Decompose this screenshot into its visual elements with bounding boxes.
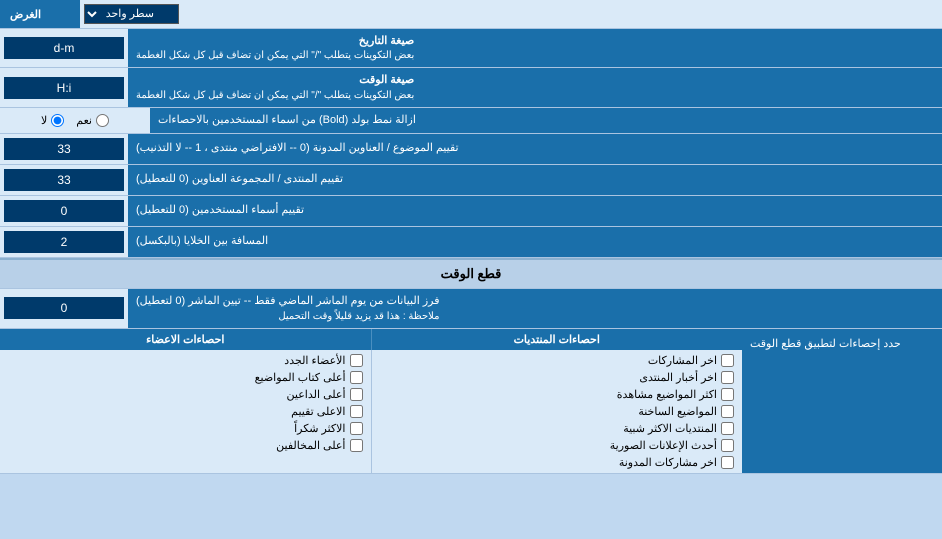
users-label: تقييم أسماء المستخدمين (0 للتعطيل) xyxy=(136,203,304,218)
forum-input-cell[interactable] xyxy=(0,165,128,195)
distance-input[interactable] xyxy=(4,231,124,253)
checkbox-headers: احصاءات المنتديات احصاءات الاعضاء xyxy=(0,329,742,350)
list-item[interactable]: أحدث الإعلانات الصورية xyxy=(380,437,735,454)
forum-label: تقييم المنتدى / المجموعة العناوين (0 للت… xyxy=(136,172,343,187)
purpose-select-cell[interactable]: سطر واحد xyxy=(80,0,183,28)
checkbox-item-8[interactable] xyxy=(350,354,363,367)
topics-row: تقييم الموضوع / العناوين المدونة (0 -- ا… xyxy=(0,134,942,165)
list-item[interactable]: اكثر المواضيع مشاهدة xyxy=(380,386,735,403)
checkbox-item-11[interactable] xyxy=(350,405,363,418)
filter-input[interactable] xyxy=(4,297,124,319)
topics-input[interactable] xyxy=(4,138,124,160)
checkbox-item-12[interactable] xyxy=(350,422,363,435)
checkbox-col1: اخر المشاركات اخر أخبار المنتدى اكثر الم… xyxy=(371,350,743,473)
list-item[interactable]: الاكثر شكراً xyxy=(8,420,363,437)
time-format-row: صيغة الوقت بعض التكوينات يتطلب "/" التي … xyxy=(0,68,942,107)
bold-yes-label: نعم xyxy=(76,114,92,127)
stats-row: حدد إحصاءات لتطبيق قطع الوقت احصاءات الم… xyxy=(0,329,942,474)
checkbox-rows: اخر المشاركات اخر أخبار المنتدى اكثر الم… xyxy=(0,350,742,473)
topics-label-cell: تقييم الموضوع / العناوين المدونة (0 -- ا… xyxy=(128,134,942,164)
date-format-title: صيغة التاريخ xyxy=(136,34,414,49)
date-format-input[interactable] xyxy=(4,37,124,59)
date-format-note: بعض التكوينات يتطلب "/" التي يمكن ان تضا… xyxy=(136,49,414,62)
bold-radio-cell[interactable]: لا نعم xyxy=(0,108,150,133)
date-format-label-cell: صيغة التاريخ بعض التكوينات يتطلب "/" الت… xyxy=(128,29,942,67)
date-format-input-cell[interactable] xyxy=(0,29,128,67)
list-item[interactable]: اخر أخبار المنتدى xyxy=(380,369,735,386)
checkbox-item-1[interactable] xyxy=(721,354,734,367)
checkbox-header-col2: احصاءات الاعضاء xyxy=(0,329,371,350)
filter-label-cell: فرز البيانات من يوم الماشر الماضي فقط --… xyxy=(128,289,942,327)
stats-limit-label: حدد إحصاءات لتطبيق قطع الوقت xyxy=(750,337,901,352)
topics-input-cell[interactable] xyxy=(0,134,128,164)
distance-label-cell: المسافة بين الخلايا (بالبكسل) xyxy=(128,227,942,257)
distance-label: المسافة بين الخلايا (بالبكسل) xyxy=(136,234,268,249)
list-item[interactable]: أعلى المخالفين xyxy=(8,437,363,454)
list-item[interactable]: أعلى الداعين xyxy=(8,386,363,403)
list-item[interactable]: اخر المشاركات xyxy=(380,352,735,369)
users-input[interactable] xyxy=(4,200,124,222)
checkbox-item-3[interactable] xyxy=(721,388,734,401)
forum-input[interactable] xyxy=(4,169,124,191)
bold-yes-radio[interactable] xyxy=(96,114,109,127)
checkbox-item-9[interactable] xyxy=(350,371,363,384)
main-container: سطر واحد الغرض صيغة التاريخ بعض التكوينا… xyxy=(0,0,942,474)
filter-title: فرز البيانات من يوم الماشر الماضي فقط --… xyxy=(136,294,439,309)
users-input-cell[interactable] xyxy=(0,196,128,226)
checkbox-item-5[interactable] xyxy=(721,422,734,435)
distance-row: المسافة بين الخلايا (بالبكسل) xyxy=(0,227,942,258)
list-item[interactable]: المنتديات الاكثر شبية xyxy=(380,420,735,437)
checkbox-item-4[interactable] xyxy=(721,405,734,418)
forum-row: تقييم المنتدى / المجموعة العناوين (0 للت… xyxy=(0,165,942,196)
list-item[interactable]: أعلى كتاب المواضيع xyxy=(8,369,363,386)
purpose-row: سطر واحد الغرض xyxy=(0,0,942,29)
purpose-select[interactable]: سطر واحد xyxy=(84,4,179,24)
checkboxes-container: احصاءات المنتديات احصاءات الاعضاء اخر ال… xyxy=(0,329,742,473)
purpose-label: الغرض xyxy=(0,0,80,28)
filter-row: فرز البيانات من يوم الماشر الماضي فقط --… xyxy=(0,289,942,328)
checkbox-item-6[interactable] xyxy=(721,439,734,452)
users-label-cell: تقييم أسماء المستخدمين (0 للتعطيل) xyxy=(128,196,942,226)
checkbox-item-7[interactable] xyxy=(721,456,734,469)
checkbox-item-13[interactable] xyxy=(350,439,363,452)
time-format-label-cell: صيغة الوقت بعض التكوينات يتطلب "/" التي … xyxy=(128,68,942,106)
time-format-input[interactable] xyxy=(4,77,124,99)
bold-label-cell: ازالة نمط بولد (Bold) من اسماء المستخدمي… xyxy=(150,108,942,133)
checkbox-item-10[interactable] xyxy=(350,388,363,401)
stats-limit-label-cell: حدد إحصاءات لتطبيق قطع الوقت xyxy=(742,329,942,473)
list-item[interactable]: المواضيع الساخنة xyxy=(380,403,735,420)
list-item[interactable]: الأعضاء الجدد xyxy=(8,352,363,369)
time-format-title: صيغة الوقت xyxy=(136,73,414,88)
users-row: تقييم أسماء المستخدمين (0 للتعطيل) xyxy=(0,196,942,227)
bold-no-label: لا xyxy=(41,114,47,127)
checkbox-item-2[interactable] xyxy=(721,371,734,384)
bold-no-option[interactable]: لا xyxy=(41,114,64,127)
filter-note: ملاحظة : هذا قد يزيد قليلاً وقت التحميل xyxy=(136,310,439,323)
checkbox-header-col1: احصاءات المنتديات xyxy=(371,329,743,350)
checkbox-col2: الأعضاء الجدد أعلى كتاب المواضيع أعلى ال… xyxy=(0,350,371,473)
bold-row: ازالة نمط بولد (Bold) من اسماء المستخدمي… xyxy=(0,108,942,134)
list-item[interactable]: اخر مشاركات المدونة xyxy=(380,454,735,471)
filter-input-cell[interactable] xyxy=(0,289,128,327)
date-format-row: صيغة التاريخ بعض التكوينات يتطلب "/" الت… xyxy=(0,29,942,68)
forum-label-cell: تقييم المنتدى / المجموعة العناوين (0 للت… xyxy=(128,165,942,195)
distance-input-cell[interactable] xyxy=(0,227,128,257)
bold-yes-option[interactable]: نعم xyxy=(76,114,109,127)
section-time-header: قطع الوقت xyxy=(0,258,942,289)
bold-no-radio[interactable] xyxy=(51,114,64,127)
time-format-note: بعض التكوينات يتطلب "/" التي يمكن ان تضا… xyxy=(136,89,414,102)
list-item[interactable]: الاعلى تقييم xyxy=(8,403,363,420)
time-format-input-cell[interactable] xyxy=(0,68,128,106)
bold-label: ازالة نمط بولد (Bold) من اسماء المستخدمي… xyxy=(158,113,416,128)
topics-label: تقييم الموضوع / العناوين المدونة (0 -- ا… xyxy=(136,141,459,156)
